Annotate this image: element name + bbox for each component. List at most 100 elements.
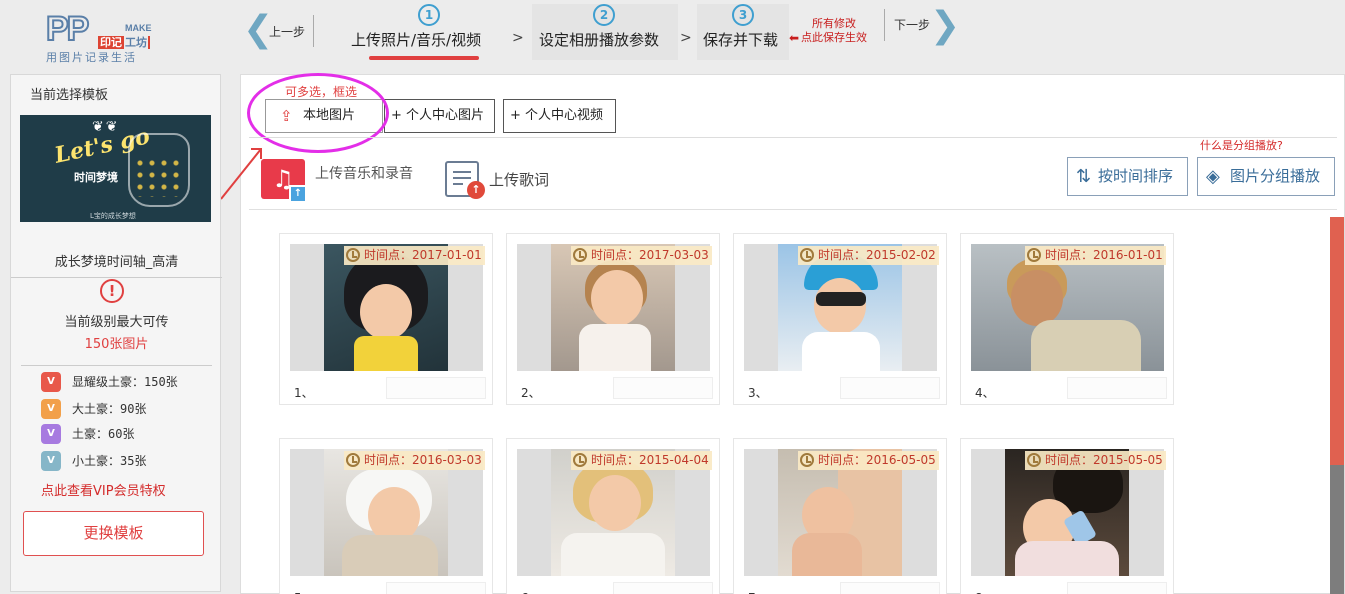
step-settings[interactable]: 2 设定相册播放参数 <box>532 4 678 60</box>
layers-icon: ◈ <box>1206 166 1220 187</box>
photo-timestamp[interactable]: 时间点：2017-01-01 <box>344 246 485 265</box>
upload-music-button[interactable]: ♫ ↑ 上传音乐和录音 <box>261 157 441 205</box>
photo-caption-input[interactable] <box>613 582 713 594</box>
photo-card[interactable]: 时间点：2017-03-03 2、 <box>506 233 720 405</box>
chevron-right-icon: ❯ <box>930 5 961 46</box>
step-save[interactable]: 3 保存并下载 <box>697 4 789 60</box>
scrollbar-thumb[interactable] <box>1330 217 1344 465</box>
photo-timestamp[interactable]: 时间点：2015-04-04 <box>571 451 712 470</box>
photo-card[interactable]: 时间点：2015-02-02 3、 <box>733 233 947 405</box>
template-thumbnail[interactable]: ❦❦ Let's go 时间梦境 L宝的成长梦想 <box>20 115 211 222</box>
photo-index: 1、 <box>294 386 314 400</box>
logo: PP MAKE 印记 工坊 用图片记录生活 <box>45 10 156 64</box>
vip-tier-text: 显耀级土豪：150张 <box>72 375 178 389</box>
divider <box>249 137 1337 138</box>
step-number: 1 <box>418 4 440 26</box>
photo-card[interactable]: 时间点：2016-05-05 7、 <box>733 438 947 594</box>
photo-caption-input[interactable] <box>840 582 940 594</box>
divider <box>21 365 212 366</box>
step-number: 3 <box>732 4 754 26</box>
logo-tagline: 用图片记录生活 <box>46 51 137 64</box>
photo-timestamp[interactable]: 时间点：2015-02-02 <box>798 246 939 265</box>
upload-lyrics-label: 上传歌词 <box>489 171 550 189</box>
photo-index: 7、 <box>748 589 768 594</box>
save-note-line2: 点此保存生效 <box>801 31 867 44</box>
warning-icon: ! <box>100 279 124 303</box>
upload-lyrics-button[interactable]: ↑ 上传歌词 <box>445 161 585 205</box>
clock-icon <box>800 453 814 467</box>
photo-index: 3、 <box>748 386 768 400</box>
prev-step-label: 上一步 <box>269 25 306 39</box>
vip-tier-text: 小土豪：35张 <box>72 454 147 468</box>
arrow-left-icon: ⬅ <box>789 31 800 45</box>
vip-badge-icon: V <box>41 399 61 419</box>
sort-label: 按时间排序 <box>1098 167 1174 185</box>
sort-icon: ⇅ <box>1076 166 1092 187</box>
step-number: 2 <box>593 4 615 26</box>
profile-images-button[interactable]: + 个人中心图片 <box>384 99 495 133</box>
step-label: 保存并下载 <box>703 31 779 49</box>
vip-privileges-link[interactable]: 点此查看VIP会员特权 <box>41 480 166 499</box>
save-note-line1: 所有修改 <box>812 17 856 30</box>
photo-card[interactable]: 时间点：2016-01-01 4、 <box>960 233 1174 405</box>
step-separator: > <box>512 30 524 46</box>
upload-panel: 可多选，框选 ⇪ 本地图片 + 个人中心图片 + 个人中心视频 ♫ ↑ 上传音乐… <box>221 73 1345 594</box>
template-sidebar: 当前选择模板 ❦❦ Let's go 时间梦境 L宝的成长梦想 成长梦境时间轴_… <box>10 74 222 592</box>
group-play-label: 图片分组播放 <box>1230 167 1321 185</box>
photo-timestamp[interactable]: 时间点：2016-01-01 <box>1025 246 1166 265</box>
firefly-decoration <box>134 157 182 197</box>
local-images-button[interactable]: ⇪ 本地图片 <box>265 99 383 133</box>
template-name: 成长梦境时间轴_高清 <box>54 255 179 270</box>
vip-tier-text: 土豪：60张 <box>72 427 135 441</box>
photo-timestamp[interactable]: 时间点：2016-03-03 <box>344 451 485 470</box>
sort-by-time-button[interactable]: ⇅ 按时间排序 <box>1067 157 1188 196</box>
photo-caption-input[interactable] <box>386 582 486 594</box>
clock-icon <box>800 248 814 262</box>
clock-icon <box>346 453 360 467</box>
photo-card[interactable]: 时间点：2015-04-04 6、 <box>506 438 720 594</box>
photo-caption-input[interactable] <box>1067 582 1167 594</box>
local-images-label: 本地图片 <box>303 108 356 123</box>
photo-card[interactable]: 时间点：2017-01-01 1、 <box>279 233 493 405</box>
step-label: 上传照片/音乐/视频 <box>351 31 482 49</box>
divider <box>884 9 885 41</box>
upload-music-label: 上传音乐和录音 <box>315 166 413 182</box>
step-upload[interactable]: 1 上传照片/音乐/视频 <box>345 4 505 60</box>
photo-caption-input[interactable] <box>613 377 713 399</box>
photo-card[interactable]: 时间点：2015-05-05 8、 <box>960 438 1174 594</box>
step-label: 设定相册播放参数 <box>539 31 660 49</box>
photo-timestamp[interactable]: 时间点：2016-05-05 <box>798 451 939 470</box>
profile-videos-button[interactable]: + 个人中心视频 <box>503 99 616 133</box>
group-play-button[interactable]: ◈ 图片分组播放 <box>1197 157 1335 196</box>
upload-arrow-icon: ↑ <box>467 181 485 199</box>
divider <box>11 277 222 278</box>
photo-index: 5、 <box>294 589 314 594</box>
change-template-button[interactable]: 更换模板 <box>23 511 204 556</box>
thumb-title: 时间梦境 <box>74 171 118 184</box>
upload-limit-value: 150张图片 <box>84 337 149 352</box>
clock-icon <box>346 248 360 262</box>
photo-timestamp[interactable]: 时间点：2015-05-05 <box>1025 451 1166 470</box>
logo-make: MAKE <box>125 23 152 33</box>
active-step-underline <box>369 56 479 60</box>
logo-pp: PP <box>45 10 90 48</box>
photo-card[interactable]: 时间点：2016-03-03 5、 <box>279 438 493 594</box>
group-play-help-link[interactable]: 什么是分组播放? <box>1200 137 1283 153</box>
step-separator: > <box>680 30 692 46</box>
photo-index: 6、 <box>521 589 541 594</box>
save-note: ⬅ 所有修改 点此保存生效 <box>789 17 879 45</box>
photo-caption-input[interactable] <box>386 377 486 399</box>
vip-badge-icon: V <box>41 372 61 392</box>
photo-timestamp[interactable]: 时间点：2017-03-03 <box>571 246 712 265</box>
photo-index: 4、 <box>975 386 995 400</box>
photo-caption-input[interactable] <box>1067 377 1167 399</box>
next-step-button[interactable]: 下一步 ❯ <box>884 5 961 46</box>
photo-caption-input[interactable] <box>840 377 940 399</box>
multi-select-hint: 可多选，框选 <box>285 85 358 99</box>
prev-step-button[interactable]: ❮ 上一步 <box>243 12 315 48</box>
logo-yinji: 印记 工坊 <box>98 36 150 49</box>
vip-badge-icon: V <box>41 451 61 471</box>
upload-limit-label: 当前级别最大可传 <box>64 315 169 330</box>
divider <box>249 209 1337 210</box>
next-step-label: 下一步 <box>894 18 931 32</box>
